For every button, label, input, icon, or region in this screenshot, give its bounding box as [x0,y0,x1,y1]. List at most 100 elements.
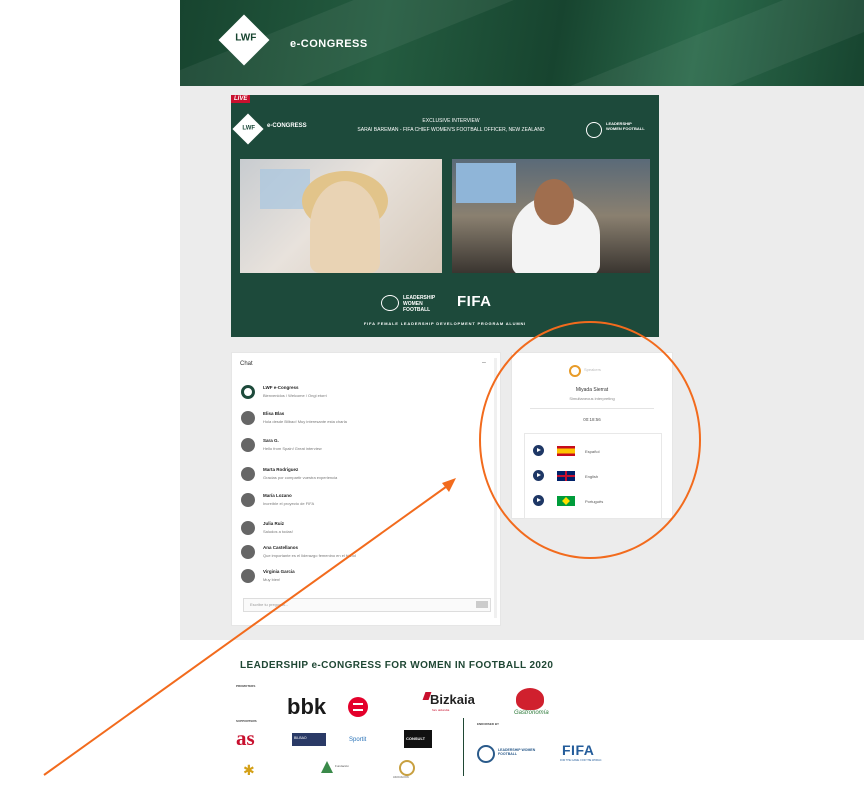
chat-message: Virginia Garcia Muy bien! [241,567,481,591]
spain-flag-icon [557,446,575,456]
fifa-footer-logo[interactable]: FIFA [562,742,594,758]
header-banner: LWF e-CONGRESS [180,0,864,86]
avatar [241,385,255,399]
speaker-right-head [534,179,574,225]
leadership-logo-text: LEADERSHIP WOMEN FOOTBALL [606,121,645,131]
language-label: Español [585,449,600,454]
chat-input[interactable]: Escribe tu pregunta... [243,598,491,612]
avatar [241,493,255,507]
session-line-1: EXCLUSIVE INTERVIEW [422,118,480,124]
language-list: Español English Português [524,433,662,519]
chat-text: Increíble el proyecto de FIFA [263,501,315,506]
chat-message: Marta Rodriguez Gracias por compartir vu… [241,465,481,489]
send-button[interactable] [476,601,488,608]
chat-author: Elisa Blas [263,411,285,416]
language-option-portuguese[interactable]: Português [533,492,657,510]
bbk-logo-icon [348,697,368,717]
divider [530,408,654,409]
brand-logo-text: Speakers [584,367,601,372]
chat-message: María Lozano Increíble el proyecto de FI… [241,491,481,515]
chat-message: Sara G. Hello from Spain! Great intervie… [241,436,481,460]
audio-timer: 00:18:56 [583,417,601,422]
leadership-logo-icon [586,122,602,138]
avatar [241,545,255,559]
video-caption: FIFA FEMALE LEADERSHIP DEVELOPMENT PROGR… [363,321,527,326]
chat-author: Virginia Garcia [263,569,295,574]
lwf-footer-text: LEADERSHIP WOMEN FOOTBALL [403,295,436,313]
chat-message: Ana Castellanos Que importante es el lid… [241,543,481,567]
language-option-spanish[interactable]: Español [533,442,657,460]
avatar [241,467,255,481]
play-icon[interactable] [533,470,544,481]
chat-author: María Lozano [263,493,292,498]
wall-map-decoration [456,163,516,203]
bizkaia-logo[interactable]: Bizkaia [430,692,475,707]
brand-logo-icon [569,365,581,377]
language-label: English [585,474,599,479]
endorsed-label: ENDORSED BY [477,722,500,726]
video-player[interactable]: LIVE LWF e-CONGRESS EXCLUSIVE INTERVIEW … [231,95,659,337]
chat-minimize-button[interactable]: – [482,359,486,366]
sportit-logo[interactable]: Sportit [349,737,366,743]
speaker-name: Miyada Sierrat [575,387,609,393]
lwf-logo-text: LWF [235,32,257,44]
chat-input-placeholder: Escribe tu pregunta... [250,602,289,607]
chat-message: LWF e-Congress Bienvenidos / Welcome / O… [241,383,481,407]
chat-message: Elisa Blas Hola desde Bilbao! Muy intere… [241,409,481,433]
chat-text: Bienvenidos / Welcome / Ongi etorri [263,393,327,398]
bizkaia-subtitle: foru aldundia [432,708,450,712]
chat-panel: Chat – LWF e-Congress Bienvenidos / Welc… [231,352,501,626]
speaker-subtitle: Simultaneous interpreting [569,396,615,401]
video-feed-left [240,159,442,273]
as-logo[interactable]: as [236,726,255,751]
brazil-flag-icon [557,496,575,506]
speaker-left [310,181,380,273]
language-label: Português [585,499,604,504]
bbk-logo[interactable]: bbk [287,694,326,720]
play-icon[interactable] [533,495,544,506]
leadership-org-icon [477,745,495,763]
avatar [241,411,255,425]
live-badge: LIVE [231,95,251,103]
lwf-footer-icon [381,295,399,311]
tree-logo-icon [321,761,333,773]
ball-logo-icon [399,760,415,776]
video-right-logo: LEADERSHIP WOMEN FOOTBALL [586,119,646,139]
chat-text: Que importante es el liderazgo femenino … [263,553,356,558]
chat-text: Saludos a todas! [263,529,293,534]
promoters-label: PROMOTERS [236,684,256,688]
fifa-tagline: FOR THE GAME. FOR THE WORLD. [560,759,602,762]
video-lwf-logo: LWF [232,113,264,145]
banner-streak [484,0,864,86]
chat-text: Muy bien! [263,577,281,582]
language-option-english[interactable]: English [533,467,657,485]
interpretation-panel: Speakers Miyada Sierrat Simultaneous int… [511,352,673,519]
uk-flag-icon [557,471,575,481]
session-title: EXCLUSIVE INTERVIEW SARAI BAREMAN - FIFA… [351,117,551,135]
leadership-org-logo[interactable]: LEADERSHIP WOMEN FOOTBALL [498,748,548,756]
session-line-2: SARAI BAREMAN - FIFA CHIEF WOMEN'S FOOTB… [357,127,545,133]
chat-text: Gracias por compartir vuestra experienci… [263,475,338,480]
chat-author: Marta Rodriguez [263,467,299,472]
chat-message: Julia Ruiz Saludos a todas! [241,519,481,543]
gastronomy-logo[interactable]: Gastronomía [514,710,549,716]
footer-divider [463,718,464,776]
avatar [241,569,255,583]
tree-logo-text[interactable]: Fundación [335,764,349,768]
play-icon[interactable] [533,445,544,456]
video-footer-logos: LEADERSHIP WOMEN FOOTBALL FIFA [231,291,659,313]
star-logo-icon[interactable]: ✱ [243,762,255,779]
header-title: e-CONGRESS [290,38,368,50]
sponsor-box-text: BILBAO [294,736,307,740]
chat-text: Hello from Spain! Great interview [263,446,322,451]
chat-author: Ana Castellanos [263,545,299,550]
chat-author: Julia Ruiz [263,521,285,526]
chat-header: Chat [240,361,253,367]
video-econgress-label: e-CONGRESS [267,123,307,129]
fifa-logo: FIFA [457,293,492,310]
ball-logo-text[interactable]: ASOCIACIÓN [393,776,409,779]
avatar [241,438,255,452]
video-lwf-logo-text: LWF [242,125,256,132]
chat-scrollbar[interactable] [494,358,497,618]
video-feed-right [452,159,650,273]
